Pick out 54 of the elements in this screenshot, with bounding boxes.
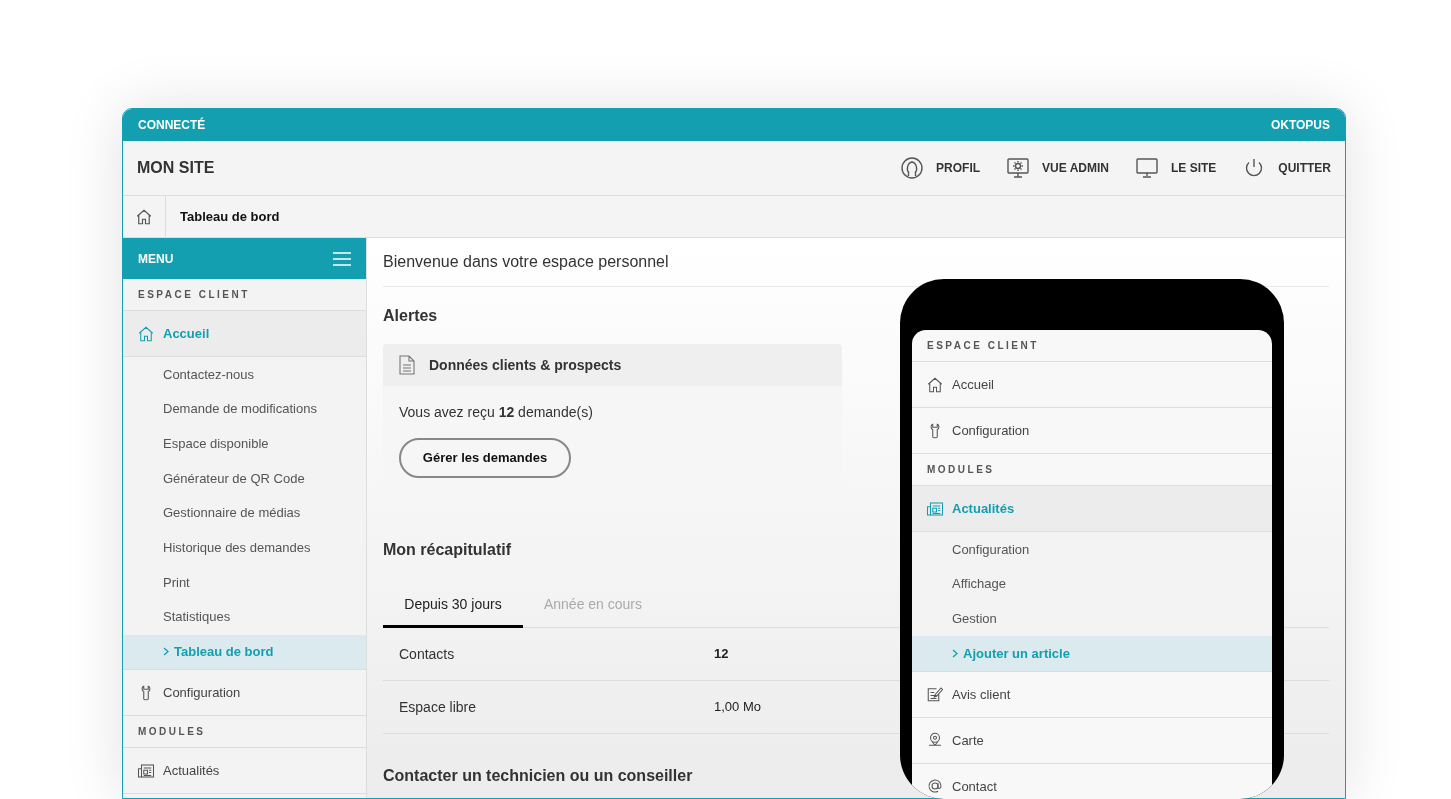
home-icon [135,207,153,226]
at-sign-icon [926,777,944,796]
menu-item[interactable]: Actualités [123,748,366,795]
row-label: Contacts [399,644,456,664]
menu-item[interactable]: Configuration [123,670,366,717]
submenu-item[interactable]: Générateur de QR Code [123,461,366,496]
submenu-item[interactable]: Gestionnaire de médias [123,495,366,531]
menu-section-label: MODULES [123,716,366,749]
submenu-item[interactable]: Espace disponible [123,426,366,462]
nav-link[interactable]: QUITTER [1242,156,1331,180]
submenu-item[interactable]: Print [123,565,366,600]
nav-link[interactable]: VUE ADMIN [1006,156,1109,180]
newspaper-icon [137,761,155,780]
submenu-item[interactable]: Historique des demandes [123,530,366,566]
connection-status: CONNECTÉ [138,116,206,134]
menu-item[interactable]: Accueil [912,362,1272,408]
newspaper-icon [926,499,944,518]
submenu-item[interactable]: Statistiques [123,599,366,635]
submenu-item[interactable]: Affichage [912,566,1272,602]
alert-title: Données clients & prospects [429,355,622,375]
row-label: Espace libre [399,697,478,717]
home-icon [926,375,944,394]
nav-link[interactable]: PROFIL [900,156,981,180]
submenu-item[interactable]: Contactez-nous [123,357,366,392]
document-icon [399,355,415,375]
gear-monitor-icon [1006,156,1031,180]
nav-link[interactable]: LE SITE [1135,156,1217,180]
menu-item[interactable]: Contact [912,763,1272,799]
menu-item[interactable]: Avis client [912,671,1272,718]
menu-item[interactable]: Carte [912,717,1272,764]
tab[interactable]: Depuis 30 jours [383,584,523,628]
section-heading: Mon récapitulatif [383,540,511,560]
breadcrumb-current: Tableau de bord [180,207,280,226]
menu-icon[interactable] [333,251,351,266]
menu-section-label: ESPACE CLIENT [912,330,1272,362]
brand-name: OKTOPUS [1270,117,1330,134]
section-heading: Contacter un technicien ou un conseiller [383,766,693,786]
manage-requests-button[interactable]: Gérer les demandes [399,438,571,478]
row-value: 12 [714,645,729,664]
site-title: MON SITE [137,158,215,178]
submenu-item[interactable]: Demande de modifications [123,391,366,427]
document-pen-icon [926,685,944,704]
section-heading: Alertes [383,306,438,326]
chevron-icon [163,647,169,657]
row-value: 1,00 Mo [714,698,761,717]
submenu-item[interactable]: Configuration [912,532,1272,567]
submenu-item[interactable]: Gestion [912,601,1272,637]
menu-item[interactable]: Configuration [912,408,1272,454]
alert-message: Vous avez reçu 12 demande(s) [399,403,594,422]
monitor-icon [1135,156,1159,180]
home-icon [137,324,155,343]
menu-title: MENU [138,250,174,268]
user-icon [900,156,925,180]
chevron-icon [952,648,958,658]
